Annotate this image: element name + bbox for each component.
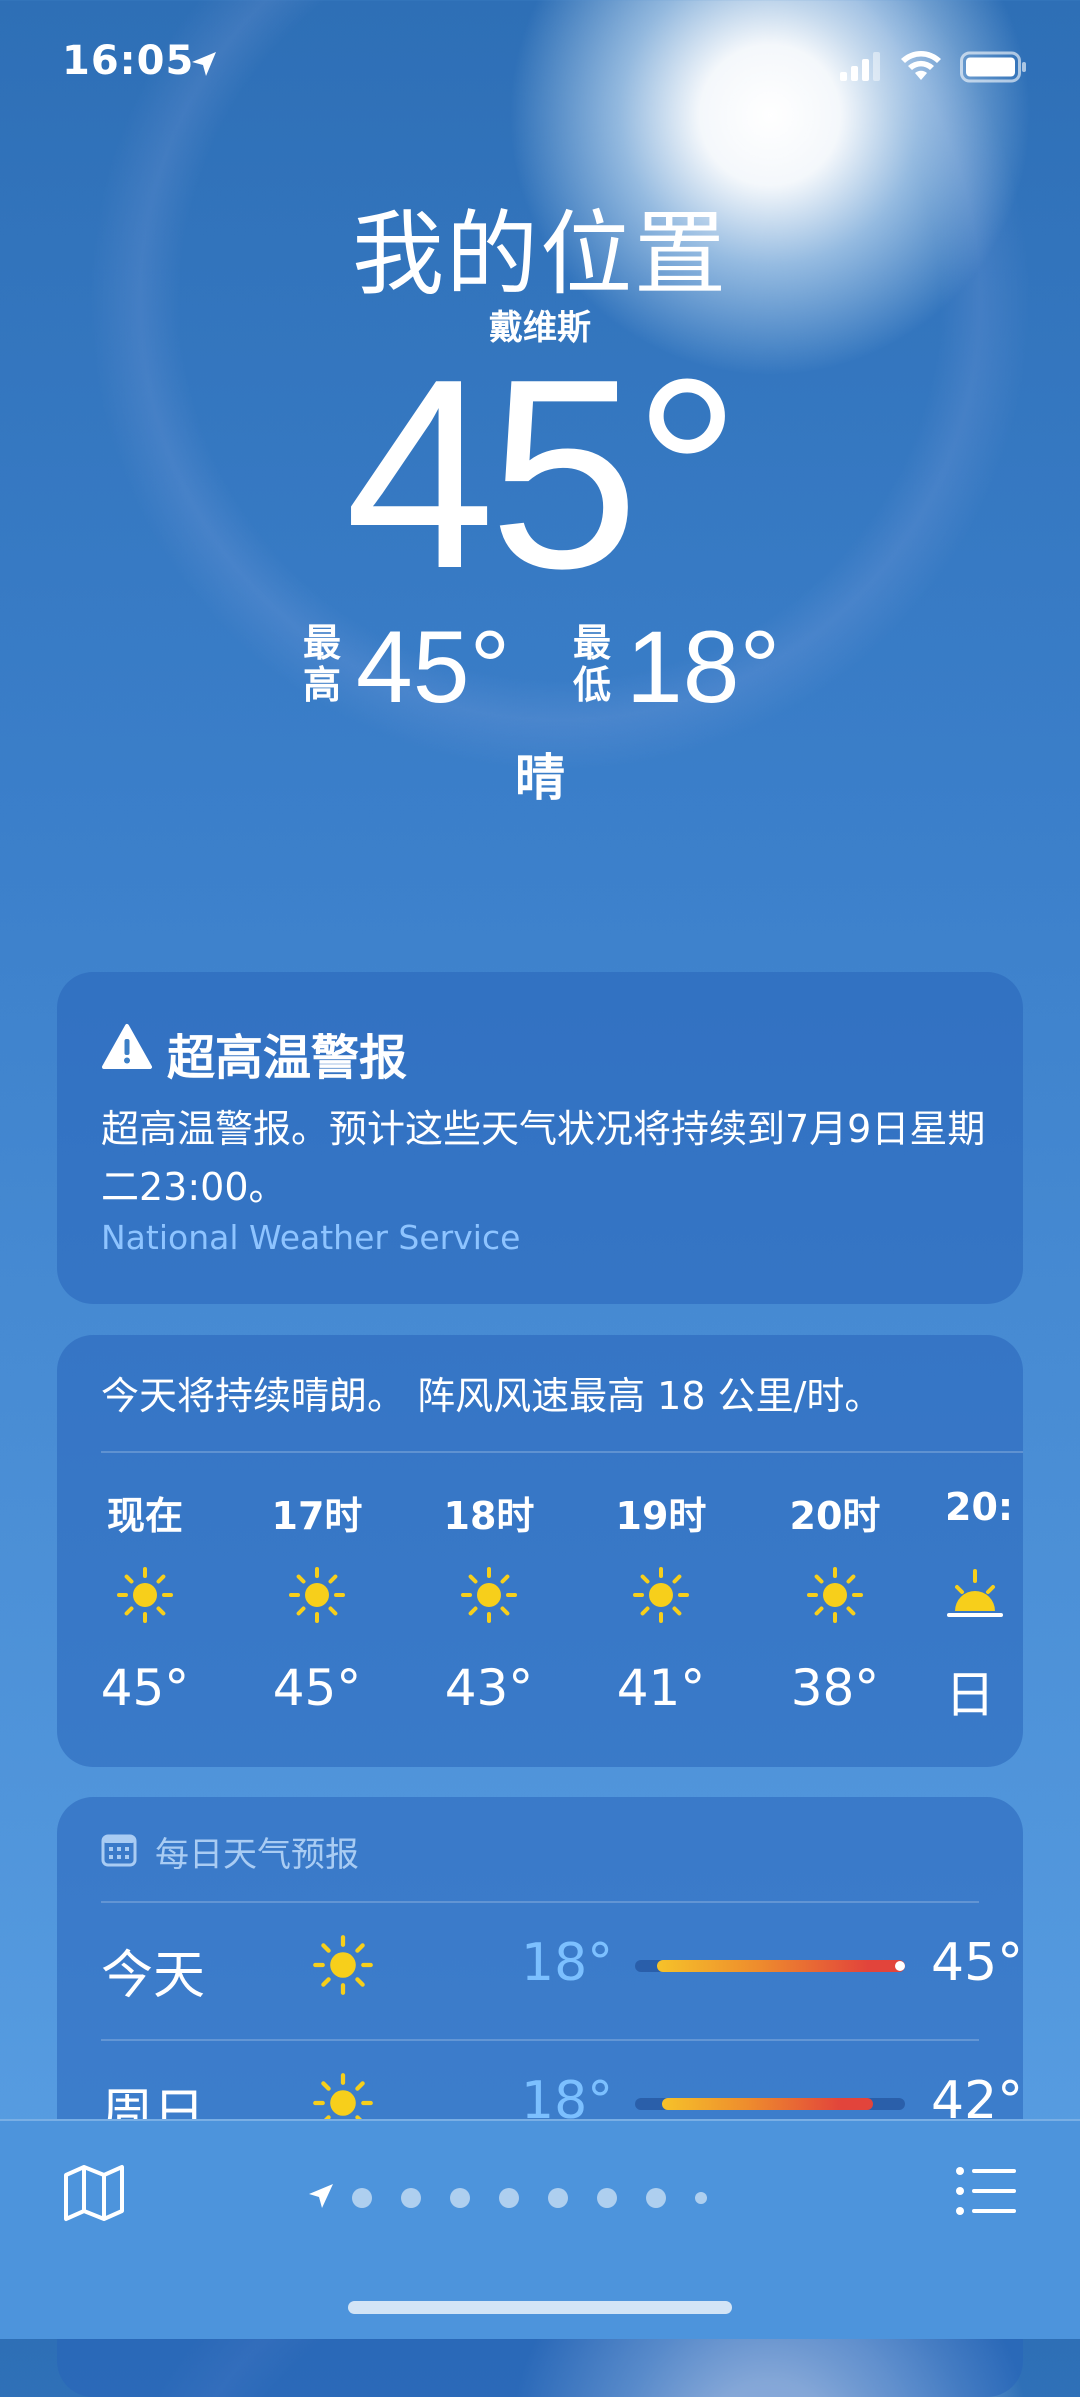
- page-dot[interactable]: [352, 2188, 372, 2208]
- hour-temp: 43°: [444, 1659, 534, 1717]
- current-temp-dot: [895, 1961, 905, 1971]
- heat-alert-card[interactable]: 超高温警报 超高温警报。预计这些天气状况将持续到7月9日星期二23:00。 Na…: [57, 972, 1023, 1304]
- daily-heading: 每日天气预报: [155, 1835, 359, 1875]
- low-label: 最低: [572, 621, 611, 707]
- sun-icon: [807, 1567, 863, 1623]
- location-arrow-icon: [309, 2184, 333, 2208]
- page-indicator[interactable]: [300, 2181, 780, 2211]
- hour-label: 20时: [789, 1494, 881, 1538]
- alert-title: 超高温警报: [167, 1030, 408, 1086]
- day-high: 45°: [931, 1933, 1024, 1993]
- page-dot[interactable]: [499, 2188, 519, 2208]
- high-temperature: 45°: [356, 610, 511, 724]
- cellular-signal-icon: [840, 52, 880, 81]
- hour-temp: 日: [945, 1666, 995, 1724]
- low-temperature: 18°: [626, 610, 781, 724]
- divider: [101, 2039, 979, 2041]
- hour-temp: 45°: [100, 1659, 190, 1717]
- sun-icon: [289, 1567, 345, 1623]
- map-icon[interactable]: [62, 2161, 126, 2225]
- hourly-forecast-card[interactable]: 今天将持续晴朗。 阵风风速最高 18 公里/时。 现在 45° 17时 45° …: [57, 1335, 1023, 1767]
- battery-icon: [960, 51, 1026, 83]
- sunset-icon: [947, 1569, 1003, 1617]
- hour-item: 现在 45°: [85, 1485, 205, 1717]
- page-dot[interactable]: [450, 2188, 470, 2208]
- page-dot[interactable]: [695, 2192, 707, 2204]
- sun-icon: [461, 1567, 517, 1623]
- wifi-icon: [901, 51, 941, 80]
- hour-item: 19时 41°: [601, 1485, 721, 1717]
- sun-icon: [633, 1567, 689, 1623]
- hour-label: 18时: [443, 1494, 535, 1538]
- sun-icon: [117, 1567, 173, 1623]
- warning-icon: [102, 1024, 152, 1069]
- divider: [101, 1901, 979, 1903]
- status-time: 16:05: [62, 38, 195, 84]
- bottom-toolbar: [0, 2119, 1080, 2339]
- hour-label: 现在: [106, 1494, 183, 1538]
- hour-item: 18时 43°: [429, 1485, 549, 1717]
- location-title: 我的位置: [351, 201, 728, 308]
- high-label: 最高: [302, 621, 341, 707]
- divider: [101, 1451, 1023, 1453]
- page-dot[interactable]: [401, 2188, 421, 2208]
- alert-source-link[interactable]: National Weather Service: [101, 1218, 520, 1257]
- weather-condition: 晴: [515, 749, 565, 807]
- page-dot[interactable]: [646, 2188, 666, 2208]
- hour-item: 17时 45°: [257, 1485, 377, 1717]
- page-dot[interactable]: [597, 2188, 617, 2208]
- hour-item: 20时 38°: [775, 1485, 895, 1717]
- page-dot[interactable]: [548, 2188, 568, 2208]
- hour-item-clipped: 20: 日: [945, 1485, 1023, 1765]
- range-fill: [662, 2098, 873, 2110]
- status-bar: 16:05: [0, 0, 1080, 130]
- hourly-summary: 今天将持续晴朗。 阵风风速最高 18 公里/时。: [101, 1374, 883, 1418]
- range-fill: [656, 1960, 905, 1972]
- hour-temp: 45°: [272, 1659, 362, 1717]
- list-icon[interactable]: [954, 2161, 1018, 2221]
- current-temperature: 45°: [344, 324, 741, 625]
- temperature-range-bar: [635, 1960, 905, 1972]
- hour-temp: 38°: [790, 1659, 880, 1717]
- hour-label: 19时: [615, 1494, 707, 1538]
- daily-row[interactable]: 今天 18° 45°: [101, 1917, 1023, 2017]
- alert-body: 超高温警报。预计这些天气状况将持续到7月9日星期二23:00。: [101, 1107, 986, 1209]
- hour-item: 20: 日: [945, 1485, 1023, 1727]
- calendar-icon: [101, 1834, 137, 1867]
- day-label: 今天: [101, 1946, 206, 2006]
- high-low-row: 最高 45° 最低 18°: [0, 612, 1080, 722]
- day-low: 18°: [521, 1933, 614, 1993]
- home-indicator[interactable]: [348, 2301, 732, 2314]
- sun-icon: [313, 1935, 373, 1995]
- location-arrow-icon: [192, 52, 216, 76]
- hour-label: 20:: [945, 1485, 1014, 1529]
- hour-label: 17时: [271, 1494, 363, 1538]
- hour-temp: 41°: [616, 1659, 706, 1717]
- temperature-range-bar: [635, 2098, 905, 2110]
